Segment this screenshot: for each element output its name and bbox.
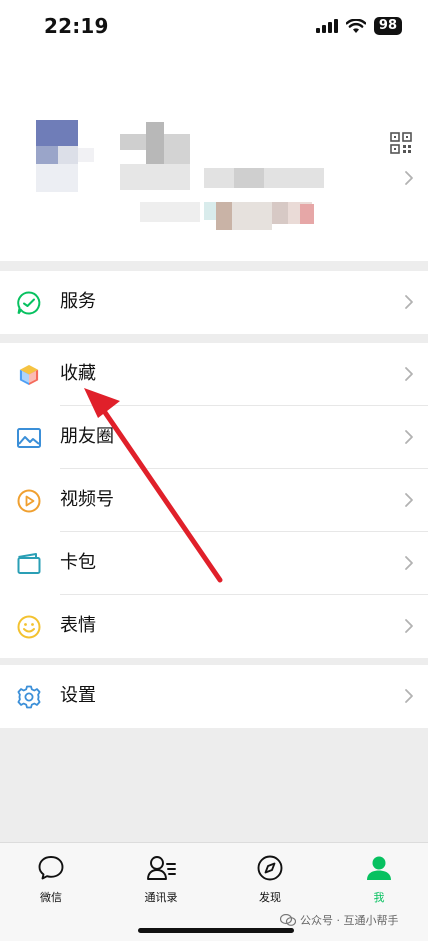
chevron-right-icon (405, 367, 413, 381)
menu-label-channels: 视频号 (60, 489, 114, 510)
tab-label-discover: 发现 (259, 891, 281, 904)
menu-label-settings: 设置 (60, 685, 96, 706)
channels-play-icon (17, 489, 41, 513)
status-bar: 22:19 98 (0, 0, 428, 56)
favorites-cube-icon (19, 364, 39, 386)
moments-photo-icon (17, 428, 41, 448)
chevron-right-icon (405, 689, 413, 703)
menu-label-moments: 朋友圈 (60, 426, 114, 447)
battery-level: 98 (373, 17, 402, 35)
tab-chats[interactable]: 微信 (16, 853, 86, 905)
gear-icon (17, 685, 41, 709)
person-icon (367, 856, 391, 880)
chat-bubble-icon (38, 856, 64, 880)
home-indicator (138, 928, 294, 933)
menu-label-cards: 卡包 (60, 552, 96, 573)
menu-label-favorites: 收藏 (60, 363, 96, 384)
chevron-right-icon (405, 493, 413, 507)
card-wallet-icon (17, 553, 41, 574)
menu-label-services: 服务 (60, 291, 96, 312)
qr-code-icon[interactable] (390, 132, 412, 154)
services-section: 服务 (0, 271, 428, 334)
menu-item-settings[interactable]: 设置 (0, 665, 428, 728)
smiley-icon (17, 615, 41, 639)
wifi-icon (345, 18, 366, 33)
menu-item-services[interactable]: 服务 (0, 271, 428, 334)
tab-me[interactable]: 我 (344, 853, 414, 905)
settings-section: 设置 (0, 665, 428, 728)
status-time: 22:19 (44, 14, 109, 38)
menu-item-favorites[interactable]: 收藏 (0, 343, 428, 406)
compass-icon (257, 855, 283, 881)
chevron-right-icon (405, 430, 413, 444)
tab-contacts[interactable]: 通讯录 (126, 853, 196, 905)
tab-label-chats: 微信 (40, 891, 62, 904)
chevron-right-icon (405, 556, 413, 570)
menu-item-channels[interactable]: 视频号 (0, 469, 428, 532)
watermark-text: 公众号 · 互通小帮手 (300, 914, 399, 927)
menu-label-stickers: 表情 (60, 615, 96, 636)
menu-item-cards[interactable]: 卡包 (0, 532, 428, 595)
contacts-icon (147, 856, 176, 880)
chevron-right-icon (405, 171, 413, 185)
main-menu-section: 收藏 朋友圈 视频号 卡包 表情 (0, 343, 428, 658)
tab-label-me: 我 (373, 891, 385, 904)
services-icon (17, 291, 41, 315)
tab-label-contacts: 通讯录 (144, 891, 178, 904)
cellular-signal-icon (315, 19, 338, 33)
menu-item-stickers[interactable]: 表情 (0, 595, 428, 658)
profile-header[interactable] (0, 56, 428, 261)
wechat-official-account-icon (280, 914, 296, 926)
chevron-right-icon (405, 619, 413, 633)
status-icons: 98 (315, 17, 402, 35)
tab-discover[interactable]: 发现 (235, 853, 305, 905)
chevron-right-icon (405, 295, 413, 309)
watermark: 公众号 · 互通小帮手 (280, 912, 399, 928)
menu-item-moments[interactable]: 朋友圈 (0, 406, 428, 469)
